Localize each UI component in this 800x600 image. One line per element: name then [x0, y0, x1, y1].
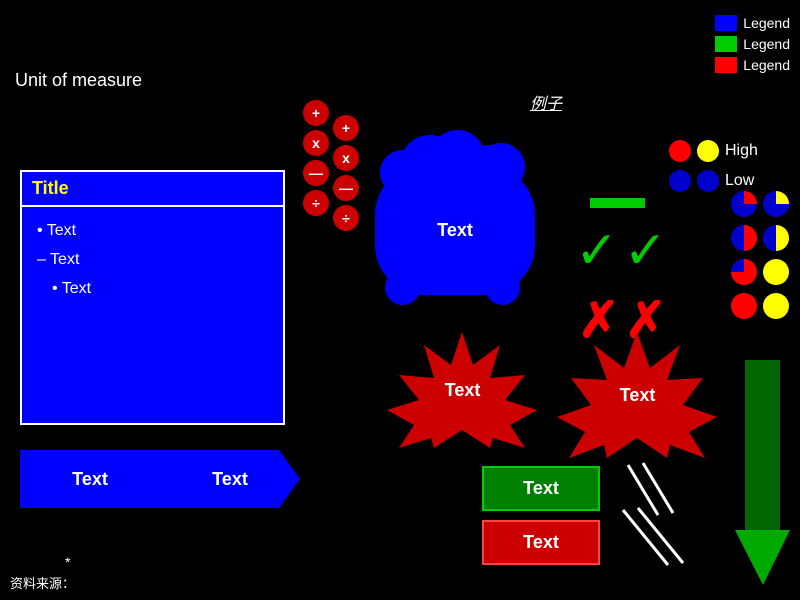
source-label: 资料来源：: [10, 573, 75, 592]
pie-8: [762, 292, 790, 320]
legend-item-2: Legend: [715, 36, 790, 52]
title-box-title: Title: [32, 178, 69, 198]
op-minus-2[interactable]: —: [333, 175, 359, 201]
text-box-green-label: Text: [523, 478, 559, 499]
pie-row-3: [730, 258, 790, 286]
arrow-right-text: Text: [212, 469, 248, 490]
cloud-bump-1: [380, 150, 425, 195]
legend-label-3: Legend: [743, 57, 790, 73]
op-x-2[interactable]: x: [333, 145, 359, 171]
arrow-box-right: Text: [160, 450, 300, 508]
unit-of-measure-label: Unit of measure: [15, 70, 142, 91]
cloud-bump-2: [430, 130, 485, 185]
text-box-green: Text: [482, 466, 600, 511]
legend-box-blue: [715, 15, 737, 31]
green-dash: [590, 198, 645, 208]
title-box-header: Title: [22, 172, 283, 207]
asterisk: *: [65, 554, 70, 570]
cloud-bump-5: [485, 270, 520, 305]
legend-box-red: [715, 57, 737, 73]
green-arrow-right: [735, 360, 795, 590]
pie-chart-rows: [730, 190, 790, 320]
reizi-label: 例子: [530, 90, 562, 114]
cloud-body: Text: [375, 165, 535, 295]
pie-4: [762, 224, 790, 252]
cloud-shape: Text: [375, 165, 535, 295]
high-row: High: [669, 140, 755, 162]
check-mark-2: ✓: [624, 225, 668, 277]
bullet-2: – Text: [37, 246, 268, 275]
op-minus-1[interactable]: —: [303, 160, 329, 186]
high-low-container: High Low: [669, 140, 755, 192]
slash-lines: [618, 455, 708, 570]
low-blue-circle-2: [697, 170, 719, 192]
cloud-bump-4: [385, 270, 420, 305]
high-label: High: [725, 142, 755, 160]
text-box-red: Text: [482, 520, 600, 565]
pie-7: [730, 292, 758, 320]
pie-6: [762, 258, 790, 286]
legend-label-1: Legend: [743, 15, 790, 31]
pie-1: [730, 190, 758, 218]
cloud-text: Text: [437, 220, 473, 241]
pie-5: [730, 258, 758, 286]
bullet-3: • Text: [52, 275, 268, 304]
bullet-1: • Text: [37, 217, 268, 246]
low-row: Low: [669, 170, 755, 192]
low-label: Low: [725, 172, 755, 190]
op-divide-2[interactable]: ÷: [333, 205, 359, 231]
op-divide-1[interactable]: ÷: [303, 190, 329, 216]
starburst-2: Text: [555, 330, 720, 460]
high-red-circle: [669, 140, 691, 162]
pie-row-1: [730, 190, 790, 218]
op-plus-1[interactable]: +: [303, 100, 329, 126]
op-x-1[interactable]: x: [303, 130, 329, 156]
legend-label-2: Legend: [743, 36, 790, 52]
operators-column-2: + x — ÷: [333, 115, 359, 231]
legend-container: Legend Legend Legend: [715, 15, 790, 73]
high-yellow-circle: [697, 140, 719, 162]
check-mark-1: ✓: [575, 225, 619, 277]
cloud-bump-3: [477, 143, 525, 191]
pie-2: [762, 190, 790, 218]
starburst-1-text: Text: [445, 380, 481, 401]
arrow-row: Text Text: [20, 450, 300, 508]
text-box-red-label: Text: [523, 532, 559, 553]
title-box-content: • Text – Text • Text: [22, 207, 283, 313]
legend-item-1: Legend: [715, 15, 790, 31]
operators-column-1: + x — ÷: [303, 100, 329, 216]
pie-row-4: [730, 292, 790, 320]
check-marks: ✓ ✓: [575, 225, 667, 277]
op-plus-2[interactable]: +: [333, 115, 359, 141]
pie-3: [730, 224, 758, 252]
title-box: Title • Text – Text • Text: [20, 170, 285, 425]
slash-lines-svg: [618, 455, 708, 570]
starburst-2-text: Text: [620, 385, 656, 406]
legend-item-3: Legend: [715, 57, 790, 73]
legend-box-green: [715, 36, 737, 52]
starburst-1: Text: [385, 330, 540, 450]
pie-row-2: [730, 224, 790, 252]
low-blue-circle: [669, 170, 691, 192]
green-arrow-svg: [735, 360, 795, 590]
arrow-box-left: Text: [20, 450, 160, 508]
arrow-left-text: Text: [72, 469, 108, 490]
